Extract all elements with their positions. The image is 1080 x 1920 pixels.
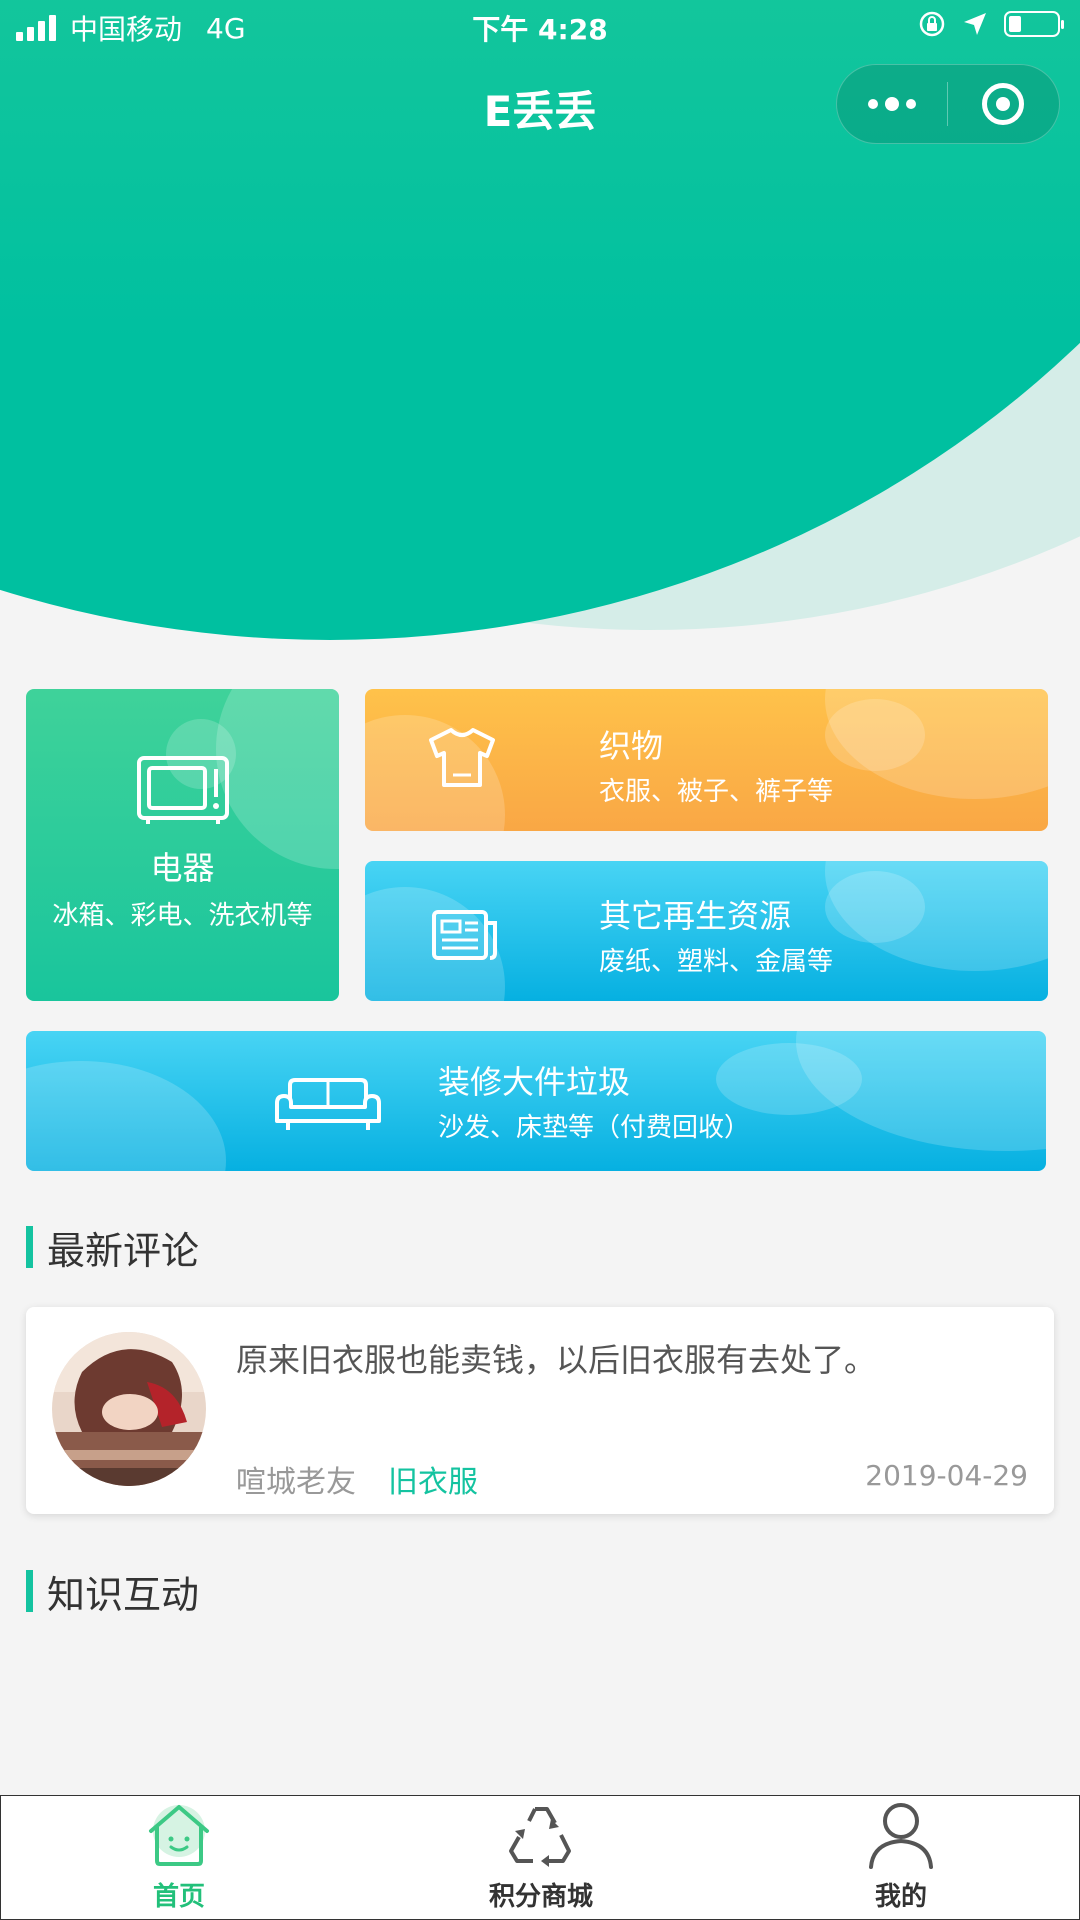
rotation-lock-icon [919,11,945,37]
category-title: 装修大件垃圾 [438,1063,631,1101]
category-subtitle: 沙发、床垫等（付费回收） [438,1113,751,1143]
tshirt-icon [429,728,495,787]
sofa-icon [275,1078,381,1130]
tab-bar: 首页 积分商城 我的 [0,1795,1080,1920]
tv-icon [137,756,229,824]
category-title: 电器 [150,849,215,887]
category-textiles-card[interactable]: 织物 衣服、被子、裤子等 [365,689,1048,831]
newspaper-icon [432,910,497,960]
status-bar: 中国移动 4G 下午 4:28 [0,0,1080,56]
comment-date: 2019-04-29 [865,1459,1028,1492]
category-title: 织物 [599,727,664,765]
mini-program-capsule [836,64,1060,144]
decor-bubble [825,871,925,943]
recycle-icon [509,1807,571,1867]
more-dot-icon [885,97,899,111]
category-subtitle: 冰箱、彩电、洗衣机等 [52,901,313,931]
comment-text: 原来旧衣服也能卖钱，以后旧衣服有去处了。 [236,1341,877,1379]
category-title: 其它再生资源 [599,897,792,935]
section-accent-bar [26,1226,33,1268]
category-subtitle: 废纸、塑料、金属等 [599,947,834,977]
battery-icon [1004,11,1064,37]
close-button[interactable] [948,64,1058,144]
latest-comments-heading: 最新评论 [26,1224,199,1273]
more-dot-icon [868,99,878,109]
more-dot-icon [906,99,916,109]
comment-tag[interactable]: 旧衣服 [388,1457,478,1501]
decor-bubble [216,689,339,869]
tab-home[interactable]: 首页 [79,1796,279,1919]
tab-mine[interactable]: 我的 [801,1796,1001,1919]
decor-bubble [825,699,925,771]
more-button[interactable] [837,64,947,144]
tab-label: 我的 [874,1882,927,1912]
comment-user[interactable]: 喧城老友 [236,1457,356,1501]
category-appliances-card[interactable]: 电器 冰箱、彩电、洗衣机等 [26,689,339,1001]
knowledge-heading: 知识互动 [26,1568,199,1617]
close-target-icon [982,83,1024,125]
decor-bubble [716,1043,862,1115]
location-icon [964,13,986,35]
user-icon [869,1803,933,1869]
home-icon [149,1805,209,1866]
tab-label: 首页 [152,1882,205,1912]
avatar-image [52,1332,206,1486]
category-subtitle: 衣服、被子、裤子等 [599,777,834,807]
section-accent-bar [26,1570,33,1612]
avatar [52,1332,206,1486]
comment-card[interactable]: 原来旧衣服也能卖钱，以后旧衣服有去处了。 喧城老友 旧衣服 2019-04-29 [26,1307,1054,1514]
section-title: 知识互动 [47,1572,200,1617]
tab-points-mall[interactable]: 积分商城 [441,1796,641,1919]
decor-bubble [26,1061,226,1171]
section-title: 最新评论 [47,1228,200,1273]
tab-label: 积分商城 [488,1882,593,1912]
category-other-card[interactable]: 其它再生资源 废纸、塑料、金属等 [365,861,1048,1001]
category-renovation-card[interactable]: 装修大件垃圾 沙发、床垫等（付费回收） [26,1031,1046,1171]
